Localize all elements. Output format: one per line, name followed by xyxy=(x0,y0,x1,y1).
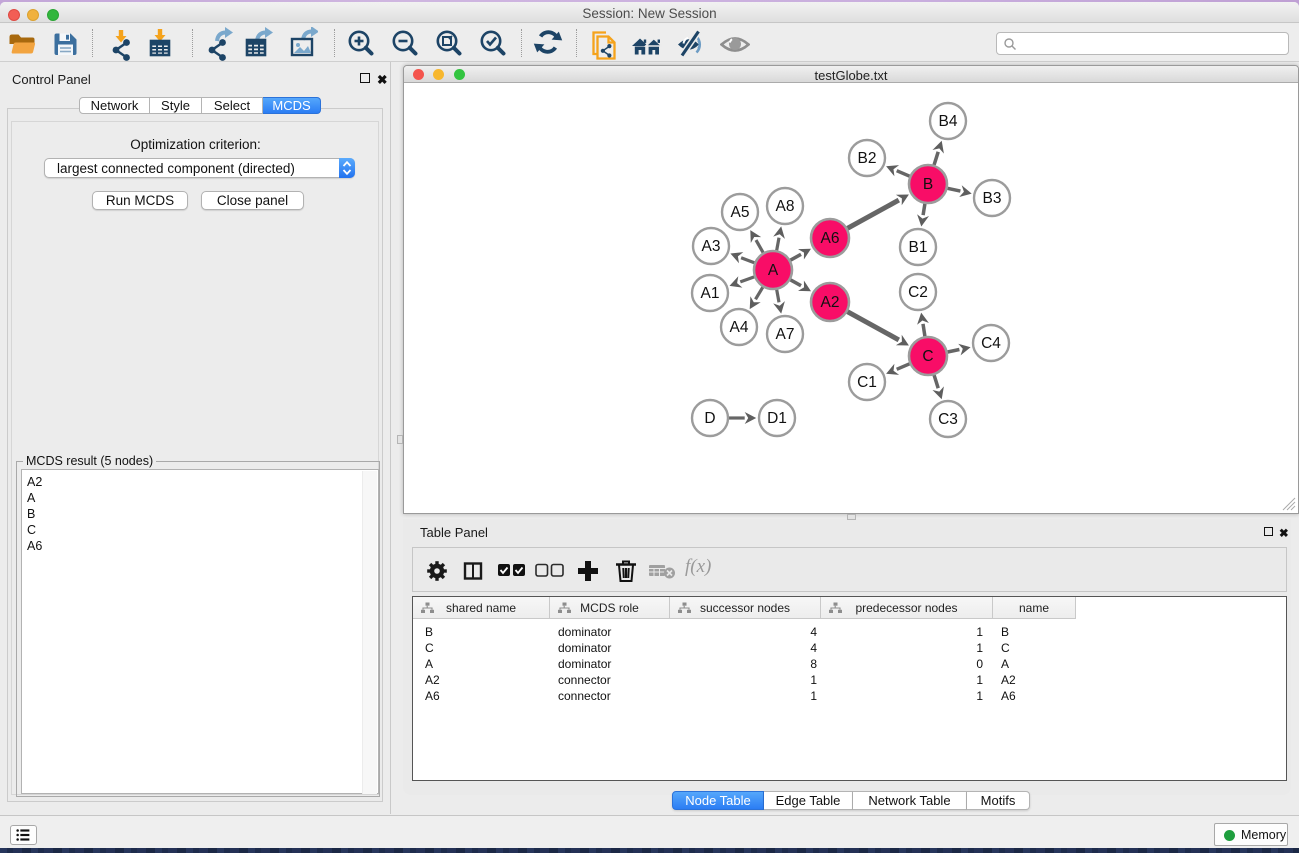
svg-text:A4: A4 xyxy=(730,319,749,336)
svg-text:C4: C4 xyxy=(981,335,1001,352)
svg-text:A2: A2 xyxy=(821,294,840,311)
svg-text:D: D xyxy=(704,410,715,427)
svg-text:A7: A7 xyxy=(776,326,795,343)
svg-text:A6: A6 xyxy=(821,230,840,247)
svg-text:C2: C2 xyxy=(908,284,928,301)
svg-text:D1: D1 xyxy=(767,410,787,427)
svg-text:C: C xyxy=(922,348,933,365)
svg-text:A: A xyxy=(768,262,779,279)
svg-text:B: B xyxy=(923,176,933,193)
svg-text:B4: B4 xyxy=(939,113,958,130)
svg-text:C3: C3 xyxy=(938,411,958,428)
svg-text:B2: B2 xyxy=(858,150,877,167)
svg-text:A1: A1 xyxy=(701,285,720,302)
svg-text:B1: B1 xyxy=(909,239,928,256)
svg-text:A3: A3 xyxy=(702,238,721,255)
svg-text:A5: A5 xyxy=(731,204,750,221)
svg-text:C1: C1 xyxy=(857,374,877,391)
svg-text:A8: A8 xyxy=(776,198,795,215)
svg-text:B3: B3 xyxy=(983,190,1002,207)
